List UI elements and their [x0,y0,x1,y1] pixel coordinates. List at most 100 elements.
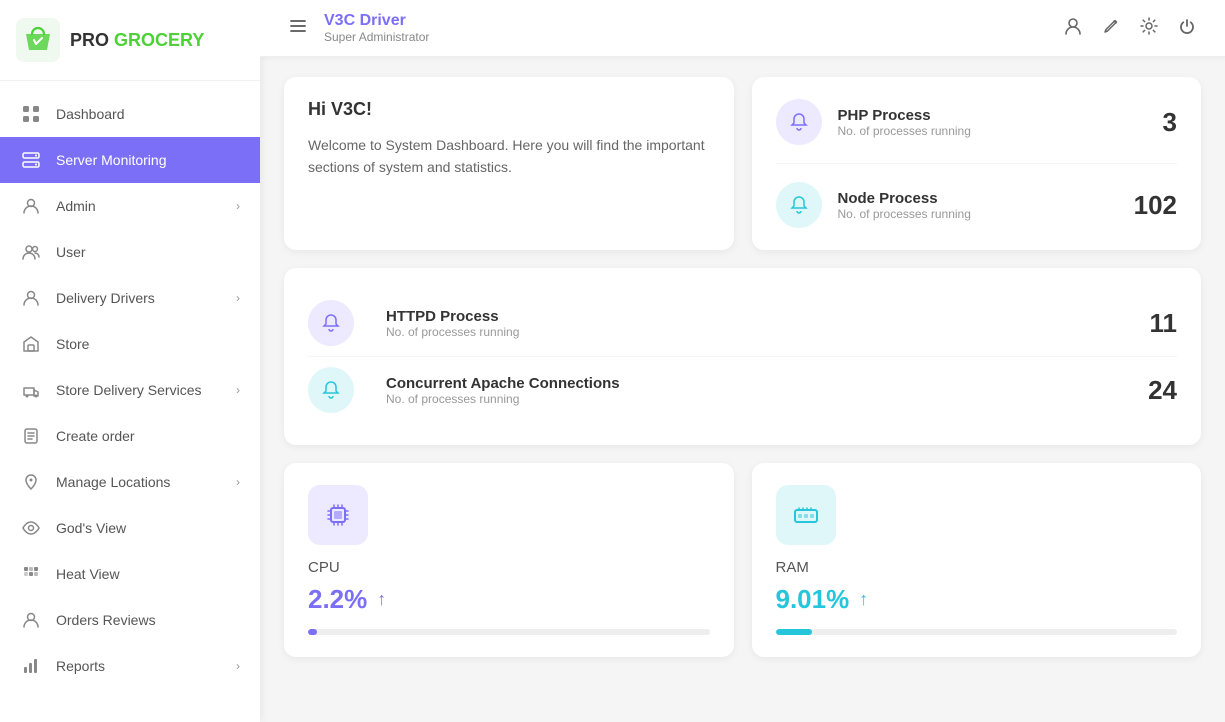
driver-icon [20,287,42,309]
topbar-title: V3C Driver Super Administrator [324,12,1063,44]
httpd-row: HTTPD Process No. of processes running 1… [308,290,1177,356]
process-summary-card: PHP Process No. of processes running 3 [752,77,1202,250]
sidebar-item-label: Manage Locations [56,474,170,490]
power-icon[interactable] [1177,16,1197,41]
apache-name: Concurrent Apache Connections [386,375,1132,392]
httpd-cards-row: HTTPD Process No. of processes running 1… [284,268,1201,445]
edit-icon[interactable] [1101,16,1121,41]
apache-icon-wrap [308,367,354,413]
node-process-count: 102 [1134,190,1177,221]
chevron-right-icon: › [236,383,240,397]
top-cards-row: Hi V3C! Welcome to System Dashboard. Her… [284,77,1201,250]
sidebar-item-manage-locations[interactable]: Manage Locations › [0,459,260,505]
sidebar-item-label: User [56,244,86,260]
sidebar-item-admin[interactable]: Admin › [0,183,260,229]
welcome-greeting: Hi V3C! [308,99,710,120]
cpu-value-row: 2.2% ↑ [308,584,710,615]
bell-icon-purple [788,111,810,133]
menu-icon[interactable] [288,16,308,41]
bell-icon-httpd [320,312,342,334]
sidebar-item-server-monitoring[interactable]: Server Monitoring [0,137,260,183]
php-process-row: PHP Process No. of processes running 3 [776,99,1178,145]
users-icon [20,241,42,263]
bell-icon-teal [788,194,810,216]
sidebar-item-label: Dashboard [56,106,125,122]
sidebar-item-label: Admin [56,198,96,214]
delivery-icon [20,379,42,401]
sidebar-item-label: Reports [56,658,105,674]
sidebar-item-gods-view[interactable]: God's View [0,505,260,551]
cpu-label: CPU [308,559,710,576]
node-process-name: Node Process [838,190,1118,207]
server-icon [20,149,42,171]
welcome-message: Welcome to System Dashboard. Here you wi… [308,134,710,179]
apache-subtitle: No. of processes running [386,392,1132,406]
php-process-count: 3 [1163,107,1177,138]
ram-icon [791,500,821,530]
apache-info: Concurrent Apache Connections No. of pro… [386,375,1132,406]
person-icon [20,195,42,217]
bell-icon-apache [320,379,342,401]
chevron-right-icon: › [236,475,240,489]
apache-count: 24 [1148,375,1177,406]
sidebar-item-delivery-drivers[interactable]: Delivery Drivers › [0,275,260,321]
httpd-icon-wrap [308,300,354,346]
location-icon [20,471,42,493]
sidebar-item-label: Orders Reviews [56,612,156,628]
ram-label: RAM [776,559,1178,576]
sidebar-item-store[interactable]: Store [0,321,260,367]
php-process-info: PHP Process No. of processes running [838,107,1147,138]
driver-role: Super Administrator [324,30,1063,44]
sidebar-item-label: Store Delivery Services [56,382,202,398]
user-icon[interactable] [1063,16,1083,41]
sidebar-item-orders-reviews[interactable]: Orders Reviews [0,597,260,643]
ram-icon-wrap [776,485,836,545]
node-process-info: Node Process No. of processes running [838,190,1118,221]
sidebar-item-dashboard[interactable]: Dashboard [0,91,260,137]
sidebar-item-label: God's View [56,520,126,536]
ram-value: 9.01% [776,584,850,615]
cpu-progress-bar-wrap [308,629,710,635]
sidebar-item-user[interactable]: User [0,229,260,275]
sidebar-item-label: Server Monitoring [56,152,167,168]
order-icon [20,425,42,447]
topbar-actions [1063,16,1197,41]
driver-name: V3C Driver [324,12,1063,30]
php-process-icon-wrap [776,99,822,145]
settings-icon[interactable] [1139,16,1159,41]
sidebar-item-label: Delivery Drivers [56,290,155,306]
sidebar-item-label: Create order [56,428,135,444]
cpu-progress-bar [308,629,317,635]
httpd-info: HTTPD Process No. of processes running [386,308,1134,339]
sidebar-item-label: Store [56,336,89,352]
node-process-row: Node Process No. of processes running 10… [776,182,1178,228]
topbar: V3C Driver Super Administrator [260,0,1225,57]
ram-progress-bar [776,629,812,635]
sidebar-item-heat-view[interactable]: Heat View [0,551,260,597]
chevron-right-icon: › [236,659,240,673]
node-process-subtitle: No. of processes running [838,207,1118,221]
cpu-value: 2.2% [308,584,367,615]
cpu-icon-wrap [308,485,368,545]
node-process-icon-wrap [776,182,822,228]
sidebar-item-label: Heat View [56,566,120,582]
cpu-icon [323,500,353,530]
httpd-apache-card: HTTPD Process No. of processes running 1… [284,268,1201,445]
reviews-icon [20,609,42,631]
welcome-card: Hi V3C! Welcome to System Dashboard. Her… [284,77,734,250]
cpu-trend-icon: ↑ [377,589,386,610]
cpu-card: CPU 2.2% ↑ [284,463,734,657]
ram-progress-bar-wrap [776,629,1178,635]
logo-icon [16,18,60,62]
eye-icon [20,517,42,539]
httpd-subtitle: No. of processes running [386,325,1134,339]
chevron-right-icon: › [236,199,240,213]
ram-trend-icon: ↑ [859,589,868,610]
sidebar: PRO GROCERY Dashboard Server Monitoring … [0,0,260,722]
sidebar-item-reports[interactable]: Reports › [0,643,260,689]
logo: PRO GROCERY [0,0,260,81]
sidebar-item-create-order[interactable]: Create order [0,413,260,459]
store-icon [20,333,42,355]
logo-grocery-text: GROCERY [114,30,204,50]
sidebar-item-store-delivery-services[interactable]: Store Delivery Services › [0,367,260,413]
